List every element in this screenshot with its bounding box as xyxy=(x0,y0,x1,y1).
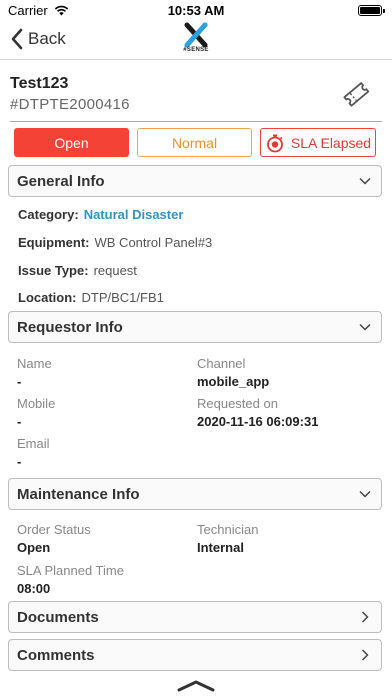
mobile-label: Mobile xyxy=(17,396,56,411)
chevron-left-icon xyxy=(11,28,23,50)
general-info-header[interactable]: General Info xyxy=(8,165,382,197)
documents-header[interactable]: Documents xyxy=(8,601,382,633)
equipment-row: Equipment: WB Control Panel#3 xyxy=(18,235,212,250)
chevron-right-icon xyxy=(361,611,369,623)
ticket-id: #DTPTE2000416 xyxy=(10,96,130,113)
chevron-right-icon xyxy=(361,649,369,661)
maintenance-info-header[interactable]: Maintenance Info xyxy=(8,478,382,510)
stopwatch-icon xyxy=(267,134,283,152)
sla-planned-label: SLA Planned Time xyxy=(17,563,124,578)
chevron-down-icon xyxy=(359,177,371,185)
location-label: Location: xyxy=(18,290,77,305)
category-row: Category: Natural Disaster xyxy=(18,207,183,222)
chevron-down-icon xyxy=(359,323,371,331)
sla-badge: SLA Elapsed xyxy=(260,128,376,157)
status-badge-label: Open xyxy=(54,134,89,151)
order-status-label: Order Status xyxy=(17,522,91,537)
technician-value: Internal xyxy=(197,540,244,555)
issue-type-value: request xyxy=(93,263,137,278)
back-button[interactable]: Back xyxy=(10,28,66,50)
equipment-value: WB Control Panel#3 xyxy=(94,235,213,250)
location-row: Location: DTP/BC1/FB1 xyxy=(18,290,164,305)
category-value[interactable]: Natural Disaster xyxy=(84,207,184,222)
battery-level xyxy=(360,7,380,14)
technician-label: Technician xyxy=(197,522,259,537)
general-info-title: General Info xyxy=(17,172,105,190)
chevron-down-icon xyxy=(359,490,371,498)
chevron-up-icon[interactable] xyxy=(176,679,216,693)
ticket-icon[interactable] xyxy=(340,78,372,110)
documents-title: Documents xyxy=(17,608,99,626)
nav-bar: Back #SENSE xyxy=(0,20,392,60)
sla-planned-value: 08:00 xyxy=(17,581,51,596)
email-label: Email xyxy=(17,436,50,451)
comments-header[interactable]: Comments xyxy=(8,639,382,671)
location-value: DTP/BC1/FB1 xyxy=(81,290,164,305)
logo-icon xyxy=(184,22,208,48)
header-divider xyxy=(10,121,382,122)
requested-on-value: 2020-11-16 06:09:31 xyxy=(197,414,319,429)
battery-icon xyxy=(358,5,385,16)
priority-badge-label: Normal xyxy=(171,134,218,151)
comments-title: Comments xyxy=(17,646,95,664)
status-bar: Carrier 10:53 AM xyxy=(0,0,392,20)
maintenance-info-title: Maintenance Info xyxy=(17,485,140,503)
requestor-info-title: Requestor Info xyxy=(17,318,123,336)
logo-text: #SENSE xyxy=(183,47,209,53)
logo: #SENSE xyxy=(178,22,214,58)
channel-label: Channel xyxy=(197,356,246,371)
channel-value: mobile_app xyxy=(197,374,270,389)
sla-badge-label: SLA Elapsed xyxy=(290,134,372,151)
equipment-label: Equipment: xyxy=(18,235,90,250)
category-label: Category: xyxy=(18,207,79,222)
status-badge: Open xyxy=(14,128,129,157)
email-value: - xyxy=(17,454,22,469)
issue-type-label: Issue Type: xyxy=(18,263,89,278)
requestor-info-header[interactable]: Requestor Info xyxy=(8,311,382,343)
priority-badge: Normal xyxy=(137,128,252,157)
requested-on-label: Requested on xyxy=(197,396,278,411)
name-value: - xyxy=(17,374,22,389)
mobile-value: - xyxy=(17,414,22,429)
back-label: Back xyxy=(28,29,66,48)
status-time: 10:53 AM xyxy=(167,3,225,18)
name-label: Name xyxy=(17,356,52,371)
issue-type-row: Issue Type: request xyxy=(18,263,137,278)
order-status-value: Open xyxy=(17,540,51,555)
ticket-title: Test123 xyxy=(10,75,69,92)
